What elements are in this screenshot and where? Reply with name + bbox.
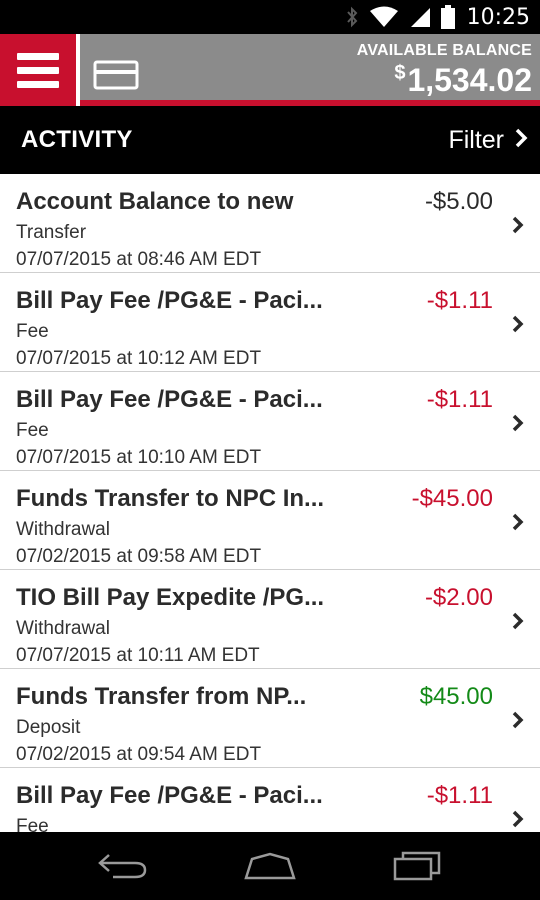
recents-icon[interactable] xyxy=(377,841,457,891)
status-bar: 10:25 xyxy=(0,0,540,34)
transaction-type: Fee xyxy=(16,321,49,342)
activity-bar: ACTIVITY Filter xyxy=(0,106,540,174)
balance-label: AVAILABLE BALANCE xyxy=(356,42,532,59)
transaction-type: Fee xyxy=(16,816,49,832)
system-nav-bar xyxy=(0,832,540,900)
home-icon[interactable] xyxy=(230,841,310,891)
chevron-right-icon xyxy=(512,810,524,832)
transaction-amount: -$1.11 xyxy=(426,386,493,413)
filter-button[interactable]: Filter xyxy=(448,126,528,155)
transaction-row[interactable]: Bill Pay Fee /PG&E - Paci... -$1.11 Fee xyxy=(0,768,540,832)
transaction-row[interactable]: Bill Pay Fee /PG&E - Paci... -$1.11 Fee … xyxy=(0,273,540,372)
signal-icon xyxy=(409,6,431,28)
transaction-date: 07/07/2015 at 08:46 AM EDT xyxy=(16,249,262,270)
wifi-icon xyxy=(369,6,399,28)
transaction-title: TIO Bill Pay Expedite /PG... xyxy=(16,584,325,611)
transaction-title: Bill Pay Fee /PG&E - Paci... xyxy=(16,782,323,809)
transaction-type: Withdrawal xyxy=(16,618,110,639)
transaction-row[interactable]: Account Balance to new -$5.00 Transfer 0… xyxy=(0,174,540,273)
chevron-right-icon xyxy=(512,315,524,338)
transaction-amount: -$1.11 xyxy=(426,782,493,809)
bluetooth-icon xyxy=(345,6,359,28)
transaction-date: 07/02/2015 at 09:54 AM EDT xyxy=(16,744,262,765)
chevron-right-icon xyxy=(512,612,524,635)
transaction-date: 07/07/2015 at 10:12 AM EDT xyxy=(16,348,262,369)
app-header: AVAILABLE BALANCE $ 1,534.02 xyxy=(0,34,540,106)
transaction-title: Funds Transfer from NP... xyxy=(16,683,307,710)
transaction-type: Transfer xyxy=(16,222,87,243)
transaction-row[interactable]: TIO Bill Pay Expedite /PG... -$2.00 With… xyxy=(0,570,540,669)
transaction-title: Funds Transfer to NPC In... xyxy=(16,485,325,512)
chevron-right-icon xyxy=(514,126,528,155)
transaction-amount: $45.00 xyxy=(419,683,493,710)
transaction-date: 07/07/2015 at 10:11 AM EDT xyxy=(16,645,260,666)
transaction-amount: -$1.11 xyxy=(426,287,493,314)
balance-amount: $ 1,534.02 xyxy=(394,62,532,99)
transaction-row[interactable]: Funds Transfer to NPC In... -$45.00 With… xyxy=(0,471,540,570)
transaction-date: 07/02/2015 at 09:58 AM EDT xyxy=(16,546,262,567)
transaction-amount: -$2.00 xyxy=(424,584,493,611)
account-selector[interactable]: AVAILABLE BALANCE $ 1,534.02 xyxy=(80,34,540,100)
transaction-date: 07/07/2015 at 10:10 AM EDT xyxy=(16,447,262,468)
filter-label: Filter xyxy=(448,125,504,154)
chevron-right-icon xyxy=(512,513,524,536)
transaction-title: Bill Pay Fee /PG&E - Paci... xyxy=(16,386,323,413)
transaction-type: Fee xyxy=(16,420,49,441)
transaction-title: Account Balance to new xyxy=(16,188,294,215)
transaction-row[interactable]: Funds Transfer from NP... $45.00 Deposit… xyxy=(0,669,540,768)
currency-symbol: $ xyxy=(394,62,406,84)
menu-button[interactable] xyxy=(0,34,76,106)
transaction-list: Account Balance to new -$5.00 Transfer 0… xyxy=(0,174,540,832)
transaction-amount: -$45.00 xyxy=(411,485,493,512)
battery-icon xyxy=(440,5,455,29)
back-icon[interactable] xyxy=(83,841,163,891)
transaction-amount: -$5.00 xyxy=(424,188,493,215)
transaction-title: Bill Pay Fee /PG&E - Paci... xyxy=(16,287,323,314)
transaction-type: Deposit xyxy=(16,717,81,738)
balance-value: 1,534.02 xyxy=(407,62,532,98)
chevron-right-icon xyxy=(512,711,524,734)
chevron-right-icon xyxy=(512,414,524,437)
activity-title: ACTIVITY xyxy=(21,126,133,153)
chevron-right-icon xyxy=(512,216,524,239)
transaction-type: Withdrawal xyxy=(16,519,110,540)
transaction-row[interactable]: Bill Pay Fee /PG&E - Paci... -$1.11 Fee … xyxy=(0,372,540,471)
card-icon xyxy=(93,60,139,95)
status-time: 10:25 xyxy=(466,4,530,30)
hamburger-icon xyxy=(17,52,59,60)
